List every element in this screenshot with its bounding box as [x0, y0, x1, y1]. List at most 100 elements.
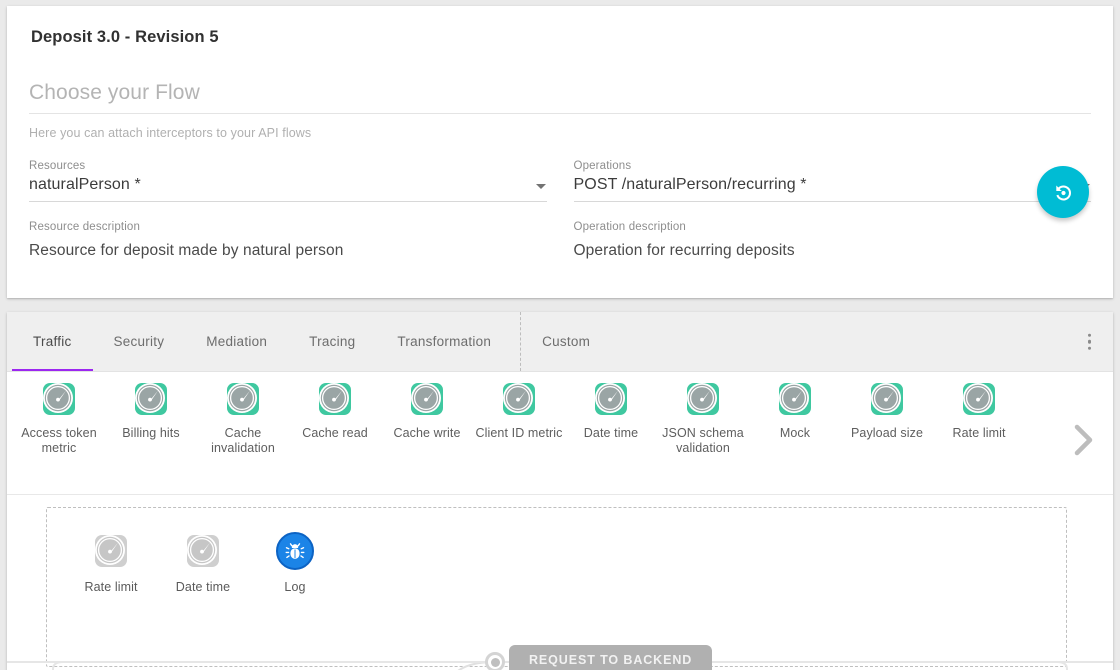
restore-history-icon: [1051, 180, 1075, 204]
chevron-down-icon: [536, 184, 546, 189]
page-title: Deposit 3.0 - Revision 5: [31, 28, 1091, 47]
chevron-right-icon[interactable]: [1071, 420, 1097, 460]
palette-item-label: Billing hits: [106, 426, 196, 441]
operations-selected-value: POST /naturalPerson/recurring *: [574, 176, 1070, 194]
palette-item-label: Date time: [566, 426, 656, 441]
palette-item[interactable]: Client ID metric: [473, 380, 565, 441]
interceptor-palette-list: Access token metricBilling hitsCache inv…: [7, 380, 1025, 456]
gauge-icon: [40, 380, 78, 418]
interceptor-icon: [40, 380, 78, 418]
palette-item[interactable]: Access token metric: [13, 380, 105, 456]
attached-interceptor-list: Rate limit Date time Log: [47, 508, 1066, 594]
tab-label: Security: [114, 334, 165, 349]
resources-label: Resources: [29, 160, 547, 172]
tab-custom[interactable]: Custom: [521, 312, 611, 371]
resources-column: Resources naturalPerson * Resource descr…: [29, 160, 547, 260]
interceptor-palette: Access token metricBilling hitsCache inv…: [7, 372, 1113, 495]
interceptor-icon: [592, 380, 630, 418]
gauge-icon: [132, 380, 170, 418]
operation-description-label: Operation description: [574, 221, 1092, 233]
bug-icon: [284, 540, 306, 562]
operations-select[interactable]: POST /naturalPerson/recurring *: [574, 172, 1092, 202]
palette-item-label: Cache write: [382, 426, 472, 441]
interceptor-icon: [684, 380, 722, 418]
operations-column: Operations POST /naturalPerson/recurring…: [574, 160, 1092, 260]
node-dot-inner: [491, 658, 500, 667]
flow-interceptor-item[interactable]: Rate limit: [65, 532, 157, 594]
gauge-icon: [868, 380, 906, 418]
gauge-icon: [960, 380, 998, 418]
gauge-icon: [92, 532, 130, 570]
operation-description-value: Operation for recurring deposits: [574, 242, 1092, 260]
palette-item[interactable]: Billing hits: [105, 380, 197, 441]
palette-item[interactable]: JSON schema validation: [657, 380, 749, 456]
log-interceptor-icon: [276, 532, 314, 570]
palette-item[interactable]: Cache read: [289, 380, 381, 441]
palette-item-label: Client ID metric: [474, 426, 564, 441]
restore-revision-button[interactable]: [1037, 166, 1089, 218]
kebab-dot: [1088, 346, 1092, 350]
section-subtitle: Here you can attach interceptors to your…: [29, 126, 1091, 140]
flow-interceptor-item[interactable]: Date time: [157, 532, 249, 594]
tab-label: Custom: [542, 334, 590, 349]
interceptor-icon: [184, 532, 222, 570]
interceptor-icon: [408, 380, 446, 418]
resource-description-label: Resource description: [29, 221, 547, 233]
interceptor-icon: [960, 380, 998, 418]
selectors-row: Resources naturalPerson * Resource descr…: [29, 160, 1091, 260]
palette-item-label: Rate limit: [934, 426, 1024, 441]
gauge-icon: [684, 380, 722, 418]
interceptor-icon: [776, 380, 814, 418]
app-root: Deposit 3.0 - Revision 5 Choose your Flo…: [0, 0, 1120, 670]
resources-select[interactable]: naturalPerson *: [29, 172, 547, 202]
palette-item[interactable]: Cache write: [381, 380, 473, 441]
flow-interceptor-label: Date time: [176, 580, 230, 594]
tab-traffic[interactable]: Traffic: [12, 312, 93, 371]
gauge-icon: [500, 380, 538, 418]
palette-item[interactable]: Cache invalidation: [197, 380, 289, 456]
interceptor-icon: [92, 532, 130, 570]
backend-connector: REQUEST TO BACKEND: [7, 635, 1113, 670]
palette-item-label: Access token metric: [14, 426, 104, 456]
gauge-icon: [592, 380, 630, 418]
resources-selected-value: naturalPerson *: [29, 176, 525, 194]
tab-security[interactable]: Security: [93, 312, 186, 371]
gauge-icon: [776, 380, 814, 418]
tab-transformation[interactable]: Transformation: [376, 312, 512, 371]
tab-label: Transformation: [397, 334, 491, 349]
gauge-icon: [408, 380, 446, 418]
interceptor-icon: [132, 380, 170, 418]
interceptor-icon: [316, 380, 354, 418]
flow-interceptor-label: Rate limit: [84, 580, 137, 594]
kebab-menu-icon[interactable]: [1084, 329, 1096, 354]
kebab-dot: [1088, 333, 1092, 337]
flow-interceptor-item[interactable]: Log: [249, 532, 341, 594]
palette-item-label: Mock: [750, 426, 840, 441]
palette-item-label: Cache invalidation: [198, 426, 288, 456]
kebab-dot: [1088, 340, 1092, 344]
tab-tracing[interactable]: Tracing: [288, 312, 376, 371]
palette-item-label: Payload size: [842, 426, 932, 441]
gauge-icon: [316, 380, 354, 418]
interceptor-icon: [500, 380, 538, 418]
tab-mediation[interactable]: Mediation: [185, 312, 288, 371]
palette-item[interactable]: Mock: [749, 380, 841, 441]
gauge-icon: [224, 380, 262, 418]
tab-label: Traffic: [33, 334, 72, 349]
palette-item[interactable]: Payload size: [841, 380, 933, 441]
backend-node-dot[interactable]: [485, 652, 505, 670]
palette-item[interactable]: Date time: [565, 380, 657, 441]
gauge-icon: [184, 532, 222, 570]
resource-description-value: Resource for deposit made by natural per…: [29, 242, 547, 260]
palette-item[interactable]: Rate limit: [933, 380, 1025, 441]
tab-label: Mediation: [206, 334, 267, 349]
section-heading: Choose your Flow: [29, 81, 1091, 114]
palette-item-label: Cache read: [290, 426, 380, 441]
flow-configuration-card: Deposit 3.0 - Revision 5 Choose your Flo…: [7, 6, 1113, 298]
palette-item-label: JSON schema validation: [658, 426, 748, 456]
operations-label: Operations: [574, 160, 1092, 172]
interceptor-icon: [868, 380, 906, 418]
request-to-backend-button[interactable]: REQUEST TO BACKEND: [509, 645, 712, 670]
interceptors-card: Traffic Security Mediation Tracing Trans…: [7, 312, 1113, 670]
tab-label: Tracing: [309, 334, 355, 349]
